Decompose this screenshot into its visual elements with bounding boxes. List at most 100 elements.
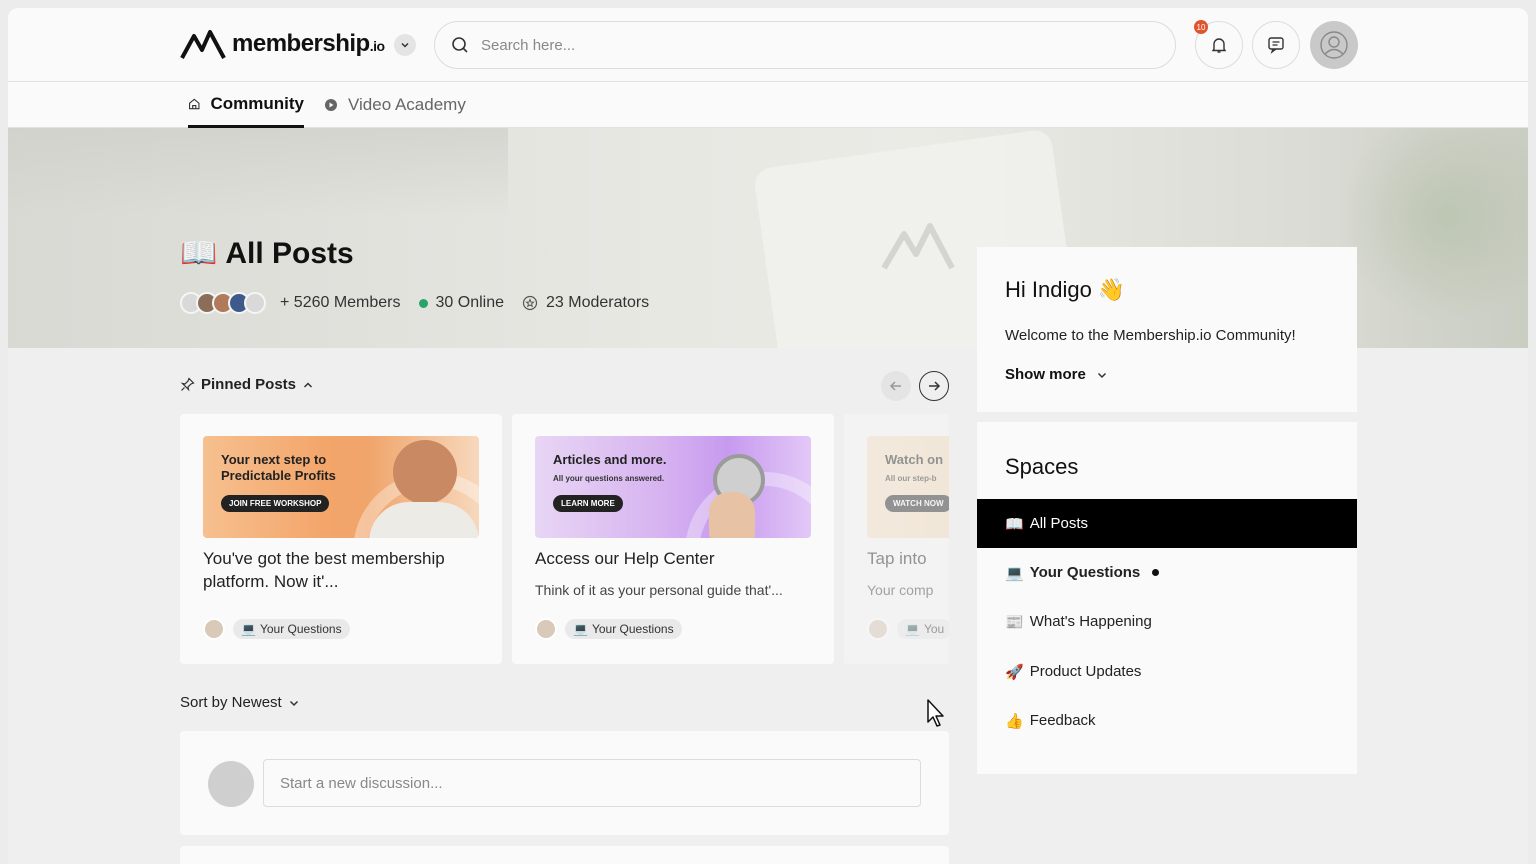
logo-text: membership.io — [232, 30, 385, 57]
thumbnail-subtitle: All your questions answered. — [553, 474, 665, 483]
show-more-label: Show more — [1005, 366, 1086, 383]
space-item-your-questions[interactable]: 💻 Your Questions — [977, 548, 1357, 597]
post-thumbnail: Watch on All our step-b WATCH NOW — [867, 436, 949, 538]
thumbnail-title: Your next step to Predictable Profits — [221, 452, 336, 484]
sort-label: Sort by Newest — [180, 694, 282, 711]
logo-mark-icon — [180, 30, 226, 59]
post-card[interactable] — [180, 846, 949, 864]
thumbnail-title: Articles and more. — [553, 452, 667, 467]
home-icon — [189, 98, 200, 109]
search-icon — [452, 37, 468, 53]
newspaper-icon: 📰 — [1005, 613, 1024, 631]
post-excerpt: Your comp — [867, 582, 934, 598]
space-label: What's Happening — [1029, 613, 1152, 630]
community-stats: + 5260 Members 30 Online 23 Moderators — [180, 292, 649, 314]
moderators-count: 23 Moderators — [546, 294, 650, 311]
post-title[interactable]: Tap into — [867, 548, 949, 571]
search-bar[interactable] — [434, 21, 1176, 69]
thumbnail-cta: JOIN FREE WORKSHOP — [221, 495, 330, 512]
post-footer: 💻 You — [867, 618, 949, 640]
space-label: Feedback — [1029, 712, 1096, 729]
unread-dot-icon — [1152, 569, 1160, 576]
welcome-panel: Hi Indigo 👋 Welcome to the Membership.io… — [977, 247, 1357, 412]
workspace-dropdown-button[interactable] — [394, 34, 416, 56]
search-input[interactable] — [481, 36, 1081, 54]
hero-logo-watermark-icon — [881, 223, 955, 270]
pinned-posts-label: Pinned Posts — [201, 376, 297, 393]
avatar — [244, 292, 266, 314]
members-count: + 5260 Members — [280, 294, 401, 311]
notifications-button[interactable]: 10 — [1194, 20, 1243, 69]
post-thumbnail: Articles and more. All your questions an… — [535, 436, 811, 538]
thumbs-up-icon: 👍 — [1005, 712, 1024, 730]
chevron-down-icon — [289, 700, 298, 706]
play-icon — [325, 99, 337, 111]
thumbnail-title: Watch on — [885, 452, 944, 467]
author-avatar[interactable] — [867, 618, 889, 640]
pinned-post-card[interactable]: Your next step to Predictable Profits JO… — [180, 414, 502, 664]
mouse-cursor-icon — [927, 699, 944, 727]
pin-icon — [180, 377, 195, 392]
post-title[interactable]: Access our Help Center — [535, 548, 815, 571]
post-thumbnail: Your next step to Predictable Profits JO… — [203, 436, 479, 538]
sort-dropdown[interactable]: Sort by Newest — [180, 694, 300, 711]
chip-label: You — [923, 622, 945, 636]
space-label: Product Updates — [1029, 663, 1142, 680]
top-bar: membership.io 10 — [8, 8, 1528, 82]
spaces-panel: Spaces 📖 All Posts 💻 Your Questions 📰 Wh… — [977, 422, 1357, 774]
space-item-product-updates[interactable]: 🚀 Product Updates — [977, 647, 1357, 696]
presenter-face — [393, 440, 457, 504]
laptop-icon: 💻 — [573, 622, 588, 636]
greeting: Hi Indigo 👋 — [1005, 277, 1125, 303]
tab-label: Video Academy — [348, 95, 466, 114]
tab-video-academy[interactable]: Video Academy — [324, 82, 466, 128]
laptop-icon: 💻 — [905, 622, 920, 636]
messages-button[interactable] — [1252, 21, 1300, 69]
laptop-icon: 💻 — [241, 622, 256, 636]
arrow-right-icon — [929, 381, 941, 391]
carousel-next-button[interactable] — [919, 371, 949, 401]
member-avatars[interactable] — [180, 292, 266, 314]
post-footer: 💻 Your Questions — [535, 618, 682, 640]
hero-decoration — [8, 128, 508, 218]
post-excerpt: Think of it as your personal guide that'… — [535, 582, 783, 598]
book-icon: 📖 — [180, 237, 218, 270]
tab-community[interactable]: Community — [188, 82, 304, 128]
space-chip[interactable]: 💻 Your Questions — [233, 619, 350, 639]
bell-icon — [1211, 38, 1227, 53]
laptop-icon: 💻 — [1005, 564, 1024, 582]
app-window: membership.io 10 Community Video Academy — [8, 8, 1528, 864]
space-item-feedback[interactable]: 👍 Feedback — [977, 696, 1357, 745]
author-avatar[interactable] — [203, 618, 225, 640]
moderator-badge-icon — [522, 295, 538, 311]
rocket-icon: 🚀 — [1005, 663, 1024, 681]
space-label: All Posts — [1029, 515, 1089, 532]
post-title[interactable]: You've got the best membership platform.… — [203, 548, 483, 594]
pinned-posts-toggle[interactable]: Pinned Posts — [180, 376, 314, 393]
chevron-down-icon — [401, 42, 409, 48]
carousel-prev-button[interactable] — [881, 371, 911, 401]
pinned-post-card[interactable]: Articles and more. All your questions an… — [512, 414, 834, 664]
show-more-button[interactable]: Show more — [1005, 366, 1108, 383]
pinned-post-card[interactable]: Watch on All our step-b WATCH NOW Tap in… — [844, 414, 949, 664]
author-avatar[interactable] — [535, 618, 557, 640]
user-avatar-button[interactable] — [1310, 21, 1358, 69]
page-title: 📖 All Posts — [180, 236, 354, 271]
thumbnail-subtitle: All our step-b — [885, 474, 937, 483]
user-avatar — [208, 761, 254, 807]
logo[interactable]: membership.io — [180, 28, 385, 60]
space-item-all-posts[interactable]: 📖 All Posts — [977, 499, 1357, 548]
thumbnail-cta: WATCH NOW — [885, 495, 949, 512]
chat-icon — [1268, 37, 1284, 54]
spaces-title: Spaces — [1005, 454, 1079, 479]
chip-label: Your Questions — [259, 622, 342, 636]
page-title-text: All Posts — [225, 236, 354, 270]
space-label: Your Questions — [1029, 564, 1141, 581]
hero-plant-image — [1348, 128, 1528, 348]
book-icon: 📖 — [1005, 515, 1024, 533]
tab-label: Community — [210, 93, 305, 113]
space-item-whats-happening[interactable]: 📰 What's Happening — [977, 597, 1357, 646]
new-discussion-input[interactable] — [263, 759, 921, 807]
space-chip[interactable]: 💻 Your Questions — [565, 619, 682, 639]
space-chip[interactable]: 💻 You — [897, 619, 949, 639]
